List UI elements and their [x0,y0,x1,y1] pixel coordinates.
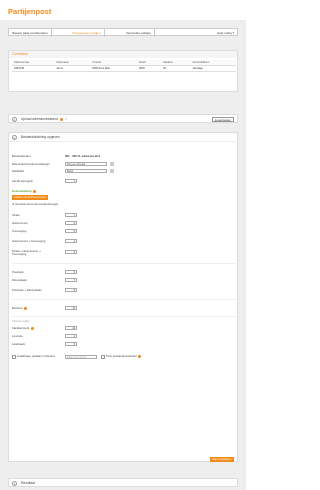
field-label: Straat + Huisnummer + Toevoeging [12,249,41,257]
field-input[interactable]: 5 [65,250,77,254]
field-input[interactable]: 5 [65,342,77,346]
kopregels-input[interactable]: 1 [65,179,77,183]
step-number: 3 [12,481,17,486]
step-number: 2 [12,135,17,140]
divider [12,263,236,264]
field-label: Lencode [12,334,23,338]
field-input[interactable]: 10 [65,326,77,330]
toon-label-text: Toon bestandsvoorbeeld [106,354,137,359]
field-label: Straat [12,213,20,217]
help-link[interactable]: Hulp nodig ? [217,29,234,37]
start-button-label: Start verwerken [212,458,231,461]
calendar-icon[interactable] [110,162,114,166]
field-input[interactable]: 6 [65,270,77,274]
field-label: Huisnummer + Toevoeging [12,239,46,243]
field-input[interactable]: 4 [65,239,77,243]
kolomindeling-title-text: Kolomindeling [12,189,32,194]
field-input[interactable]: 1 [65,334,77,338]
help-icon[interactable] [24,307,28,310]
werkblad-select[interactable]: Blad1 [65,169,107,173]
help-icon[interactable] [59,117,63,121]
werkblad-label: Werkblad [12,169,24,173]
table-cell: Vandaag [190,65,236,73]
contract-table: Klantnummer Klantnaam Product Sorter Sta… [12,60,236,73]
table-cell: 9457245 [12,65,55,73]
bestandsnaam-value: 001 - 000 %. adressen.xlsx [65,154,101,158]
kolom-button[interactable]: Indelen met kolomnummers [12,195,49,200]
field-label: Postcode + Woonplaats [12,288,42,292]
kopregels-label: Aantal kopregels [12,179,33,183]
field-label: Huisnummer [12,221,28,225]
extranet-label: Extranet [12,306,28,311]
datum-select[interactable]: Kies een formaat [65,162,107,166]
divider [12,299,236,300]
field-input[interactable]: 7 [65,278,77,282]
field-input[interactable]: 1 [65,213,77,217]
contract-panel: Contracten Klantnummer Klantnaam Product… [8,50,238,92]
step-label: Bestandsindeling opgeven [21,135,60,139]
step-resultaat[interactable]: 3 Resultaat [8,478,238,487]
step-header: 2 Bestandsindeling opgeven [9,133,238,142]
optionele-velden-title: Optionele velden [12,321,30,323]
table-cell: 00 [161,65,191,73]
help-icon[interactable] [33,190,37,193]
step-label: Upload adressenbestand ✓ [21,115,67,124]
step-bestandsindeling: 2 Bestandsindeling opgeven Bestandsnaam … [8,132,238,462]
opslaan-label: Instellingen opslaan in favoriet [17,354,55,358]
page-title: Partijenpost [8,7,52,16]
toon-checkbox[interactable] [101,355,105,359]
field-input[interactable]: 8 [65,288,77,292]
field-label: Toevoeging [12,229,27,233]
page: Partijenpost Nieuwe partij voorbereiden … [0,0,246,490]
favoriet-input[interactable]: Naam van favoriet [65,355,97,359]
table-cell: demo [54,65,91,73]
arrow-right-icon: › [231,458,232,461]
header: Partijenpost [0,0,246,20]
field-input[interactable]: 2 [65,221,77,225]
kolomindeling-title: Kolomindeling [12,189,37,194]
field-label: Landnaam [12,342,26,346]
kolom-subtitle: of via kolomnummers bestandsregels [12,202,59,206]
table-cell: 0000 [136,65,162,73]
bestandsnaam-label: Bestandsnaam [12,154,31,158]
datum-label: Datum/tijd formats bestelingen [12,162,50,166]
field-label: Woonplaats [12,278,27,282]
field-label: Postcode [12,270,24,274]
extranet-input[interactable]: 11 [65,306,77,310]
tab-bar: Nieuwe partij voorbereiden Voorgemeten p… [8,28,238,37]
toon-label: Toon bestandsvoorbeeld [106,354,142,359]
start-button[interactable]: Start verwerken › [210,457,234,462]
step-label: Resultaat [21,481,35,485]
field-label-text: Klantkenmerk [12,326,30,331]
dropdown-icon[interactable] [110,169,114,173]
tab-nieuwe-partij[interactable]: Nieuwe partij voorbereiden [9,29,52,37]
step-upload[interactable]: 1 Upload adressenbestand ✓ ga aanpassen [8,114,238,123]
edit-button[interactable]: ga aanpassen [211,117,234,122]
divider [12,316,236,317]
step-number: 1 [12,117,17,122]
opslaan-checkbox[interactable] [12,355,16,359]
extranet-label-text: Extranet [12,306,23,311]
tab-voorgemeten-partijen[interactable]: Voorgemeten partijen [69,29,105,37]
field-label: Klantkenmerk [12,327,34,331]
help-icon[interactable] [138,355,142,358]
step-upload-label: Upload adressenbestand [21,117,58,121]
help-icon[interactable] [30,327,34,330]
tab-verzonden-partijen[interactable]: Verzonden partijen [123,29,156,37]
check-icon: ✓ [64,117,68,121]
contract-panel-title: Contracten [9,51,237,58]
table-row[interactable]: 9457245 demo DDD Euro Mail 0000 00 Vanda… [12,65,236,73]
field-input[interactable]: 3 [65,229,77,233]
table-cell: DDD Euro Mail [90,65,137,73]
